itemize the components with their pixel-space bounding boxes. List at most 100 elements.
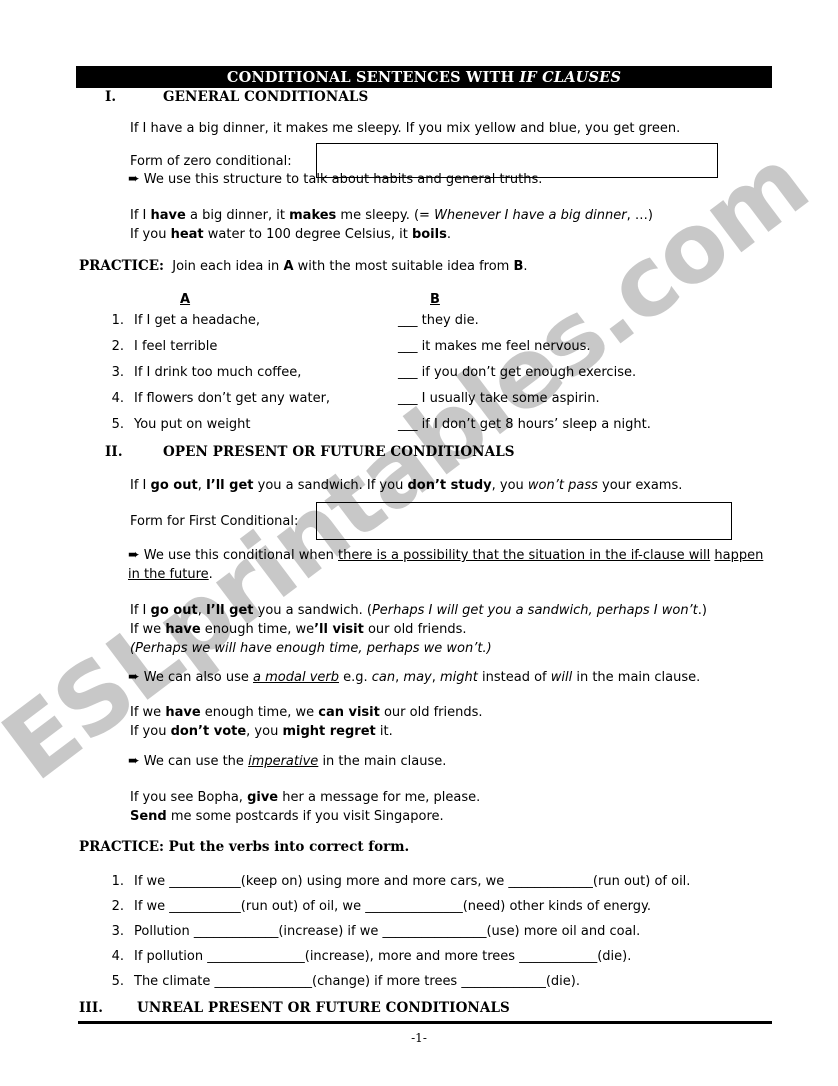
section-two-example-c: (Perhaps we will have enough time, perha…	[130, 639, 492, 658]
match-item-a: If flowers don’t get any water,	[134, 391, 331, 406]
section-two-examples: If I go out, I’ll get you a sandwich. If…	[130, 476, 682, 495]
ex-a-bold-2: I’ll get	[205, 603, 254, 618]
practice-one-block: PRACTICE: Join each idea in A with the m…	[79, 257, 528, 276]
ex-b-3: our old friends.	[363, 622, 467, 637]
page-content: CONDITIONAL SENTENCES WITH IF CLAUSES I.…	[0, 0, 838, 1086]
page-number: -1-	[411, 1031, 427, 1045]
section-two-example-e: If you don’t vote, you might regret it.	[130, 722, 393, 741]
rule-two-italic-can: can	[371, 670, 396, 685]
practice-one-label: PRACTICE:	[79, 258, 164, 274]
ex-d-1: If we	[130, 705, 166, 720]
practice-two-label: PRACTICE:	[79, 839, 164, 855]
ex-a-2: ,	[197, 603, 206, 618]
zero-conditional-form-label: Form of zero conditional:	[130, 154, 292, 169]
ex-b-1: If we	[130, 622, 166, 637]
ex-e-2: , you	[246, 724, 283, 739]
gap-text[interactable]: If we ___________(run out) of oil, we __…	[134, 899, 651, 914]
ex-e-3: it.	[375, 724, 393, 739]
match-item-a: I feel terrible	[134, 339, 218, 354]
match-item-b[interactable]: ___ if I don’t get 8 hours’ sleep a nigh…	[398, 417, 651, 432]
section-two-rule-1: ➨ We use this conditional when there is a…	[128, 546, 778, 584]
rule-one-lead: We use this conditional when	[143, 548, 339, 563]
arrow-icon: ➨	[128, 753, 140, 769]
match-item-a: You put on weight	[134, 417, 251, 432]
match-item-b[interactable]: ___ it makes me feel nervous.	[398, 339, 591, 354]
practice-one-instruction: Join each idea in A with the most suitab…	[172, 259, 528, 274]
ex-lead-c: you a sandwich. If you	[253, 478, 408, 493]
first-conditional-form-label: Form for First Conditional:	[130, 514, 299, 529]
gap-number: 1.	[111, 874, 124, 889]
section-two-heading: OPEN PRESENT OR FUTURE CONDITIONALS	[163, 444, 515, 460]
match-item-b[interactable]: ___ they die.	[398, 313, 479, 328]
ex1-bold-2: makes	[289, 208, 337, 223]
ex-lead-e: your exams.	[597, 478, 683, 493]
column-header-a: A	[180, 292, 191, 307]
rule-three-underline: imperative	[248, 754, 319, 769]
ex-lead-bold-3: don’t study	[407, 478, 492, 493]
section-one-heading: GENERAL CONDITIONALS	[163, 89, 369, 105]
match-item-a: If I get a headache,	[134, 313, 261, 328]
match-item-a: If I drink too much coffee,	[134, 365, 302, 380]
ex1-italic: Whenever I have a big dinner	[434, 208, 627, 223]
ex-d-3: our old friends.	[379, 705, 483, 720]
ex1-part-d: me sleepy. (=	[336, 208, 435, 223]
ex-lead-a: If I	[130, 478, 151, 493]
match-number: 1.	[111, 313, 124, 328]
rule-two-a: We can also use	[143, 670, 254, 685]
ex-g-bold: Send	[130, 809, 167, 824]
section-one-example-2: If you heat water to 100 degree Celsius,…	[130, 225, 451, 244]
ex-a-bold-1: go out	[150, 603, 198, 618]
section-one-example-1: If I have a big dinner, it makes me slee…	[130, 206, 653, 225]
match-item-b[interactable]: ___ I usually take some aspirin.	[398, 391, 600, 406]
ex-b-bold-1: have	[165, 622, 201, 637]
ex1-part-a: If I	[130, 208, 151, 223]
page-title-italic: IF CLAUSES	[519, 68, 622, 86]
ex2-bold-2: boils	[411, 227, 447, 242]
ex-a-1: If I	[130, 603, 151, 618]
rule-two-underline: a modal verb	[253, 670, 339, 685]
section-two-example-g: Send me some postcards if you visit Sing…	[130, 807, 444, 826]
ex-e-bold-1: don’t vote	[170, 724, 247, 739]
gap-text[interactable]: The climate _______________(change) if m…	[134, 974, 580, 989]
section-two-rule-2: ➨ We can also use a modal verb e.g. can, …	[128, 668, 700, 687]
ex-e-bold-2: might regret	[282, 724, 376, 739]
match-item-b[interactable]: ___ if you don’t get enough exercise.	[398, 365, 636, 380]
ex-lead-italic: won’t pass	[527, 478, 598, 493]
section-one-numeral: I.	[105, 89, 117, 105]
section-two-rule-3: ➨ We can use the imperative in the main c…	[128, 752, 446, 771]
match-number: 2.	[111, 339, 124, 354]
arrow-icon: ➨	[128, 669, 140, 685]
ex-f-2: her a message for me, please.	[278, 790, 481, 805]
rule-one-period: .	[208, 567, 213, 582]
ex-d-bold-2: can visit	[318, 705, 380, 720]
gap-number: 4.	[111, 949, 124, 964]
column-header-b: B	[430, 292, 440, 307]
gap-text[interactable]: If pollution _______________(increase), …	[134, 949, 631, 964]
ex-lead-b: ,	[197, 478, 206, 493]
gap-number: 2.	[111, 899, 124, 914]
ex-g-1: me some postcards if you visit Singapore…	[166, 809, 444, 824]
practice-two-block: PRACTICE: Put the verbs into correct for…	[79, 838, 409, 857]
ex2-part-d: .	[446, 227, 451, 242]
section-two-example-b: If we have enough time, we’ll visit our …	[130, 620, 467, 639]
section-two-example-d: If we have enough time, we can visit our…	[130, 703, 483, 722]
ex-a-italic: Perhaps I will get you a sandwich, perha…	[371, 603, 698, 618]
section-two-example-a: If I go out, I’ll get you a sandwich. (P…	[130, 601, 707, 620]
rule-two-italic-will: will	[550, 670, 573, 685]
ex1-part-e: , …)	[626, 208, 653, 223]
rule-two-italic-might: might	[440, 670, 478, 685]
rule-two-italic-may: may	[403, 670, 432, 685]
ex-lead-bold-2: I’ll get	[205, 478, 254, 493]
ex2-part-c: water to 100 degree Celsius, it	[203, 227, 412, 242]
rule-two-f: in the main clause.	[572, 670, 701, 685]
match-number: 4.	[111, 391, 124, 406]
gap-text[interactable]: Pollution _____________(increase) if we …	[134, 924, 640, 939]
match-number: 3.	[111, 365, 124, 380]
first-conditional-answer-box[interactable]	[316, 502, 732, 540]
ex2-part-a: If you	[130, 227, 171, 242]
gap-text[interactable]: If we ___________(keep on) using more an…	[134, 874, 690, 889]
ex-d-2: enough time, we	[200, 705, 319, 720]
ex-lead-d: , you	[491, 478, 528, 493]
arrow-icon: ➨	[128, 171, 140, 187]
page-title: CONDITIONAL SENTENCES WITH IF CLAUSES	[76, 66, 772, 88]
